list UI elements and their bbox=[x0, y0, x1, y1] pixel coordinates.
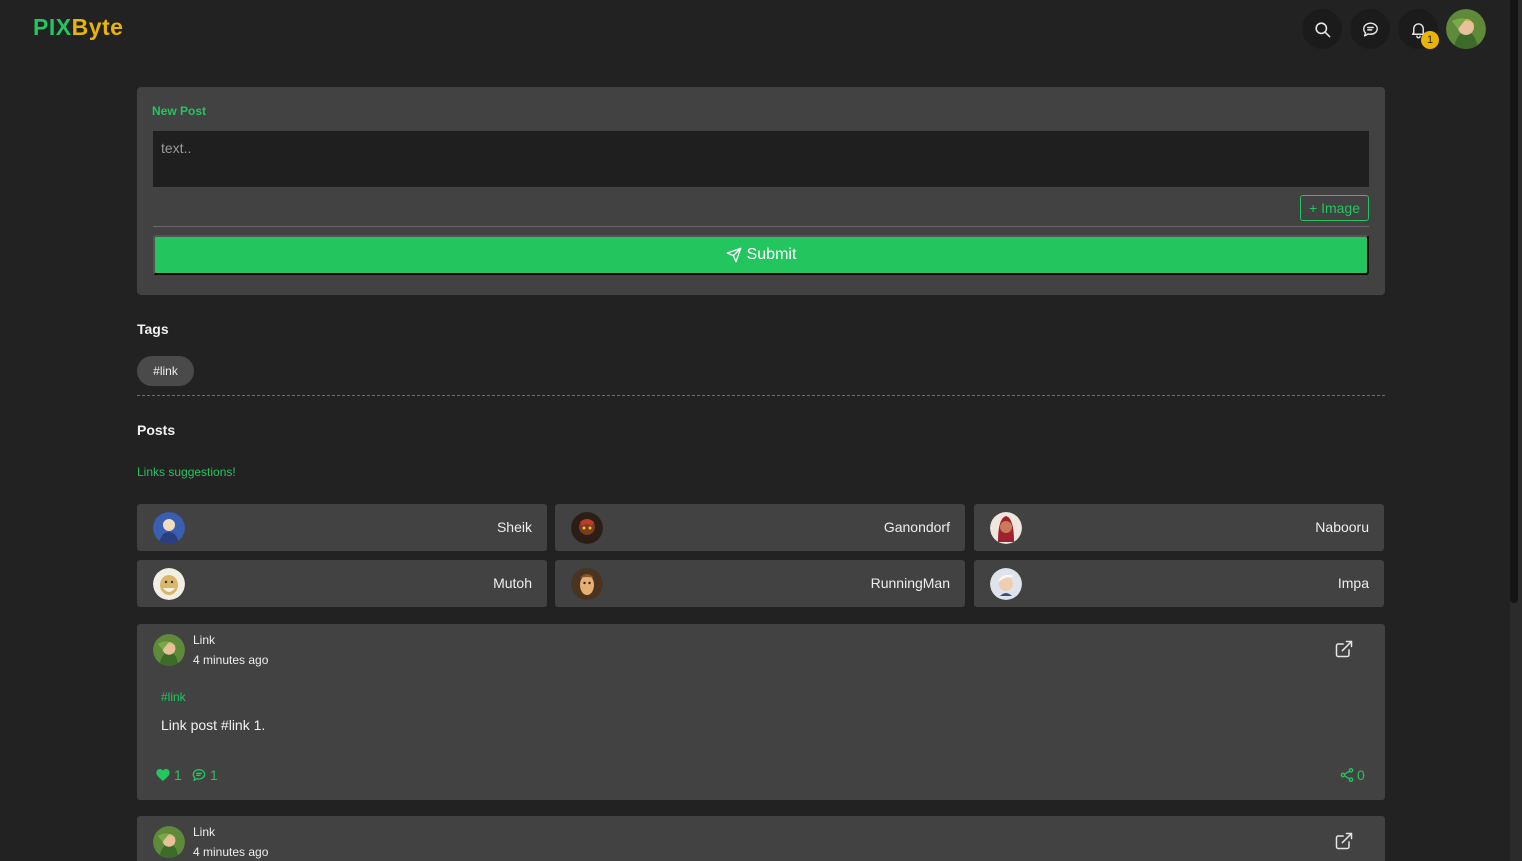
suggestion-card[interactable]: Nabooru bbox=[974, 504, 1384, 551]
suggestion-card[interactable]: RunningMan bbox=[555, 560, 965, 607]
new-post-panel: New Post + Image Submit bbox=[137, 87, 1385, 295]
post-tag[interactable]: #link bbox=[161, 690, 186, 704]
like-button[interactable]: 1 bbox=[155, 767, 182, 783]
post-author-avatar[interactable] bbox=[153, 634, 185, 666]
post-author-name[interactable]: Link bbox=[193, 633, 215, 647]
suggestion-card[interactable]: Ganondorf bbox=[555, 504, 965, 551]
suggestion-name: Mutoh bbox=[493, 575, 532, 591]
heart-icon bbox=[156, 769, 170, 781]
suggestions-label: Links suggestions! bbox=[137, 465, 236, 479]
submit-label: Submit bbox=[746, 246, 797, 263]
suggestion-avatar bbox=[571, 568, 603, 600]
suggestion-name: Sheik bbox=[496, 519, 532, 535]
suggestion-card[interactable]: Mutoh bbox=[137, 560, 547, 607]
logo-text-byte: Byte bbox=[71, 14, 124, 40]
post-author-name[interactable]: Link bbox=[193, 825, 215, 839]
post-text: Link post #link 1. bbox=[161, 717, 266, 733]
chat-icon bbox=[1362, 21, 1378, 37]
post-author-avatar[interactable] bbox=[153, 826, 185, 858]
post-timestamp: 4 minutes ago bbox=[193, 653, 269, 667]
post-card: Link 4 minutes ago #link Link post #link… bbox=[137, 624, 1385, 800]
suggestion-card[interactable]: Sheik bbox=[137, 504, 547, 551]
submit-button[interactable]: Submit bbox=[153, 235, 1369, 275]
scrollbar-thumb[interactable] bbox=[1510, 0, 1518, 603]
logo-text-pix: PIX bbox=[33, 14, 72, 40]
divider bbox=[153, 226, 1369, 227]
send-icon bbox=[726, 247, 741, 263]
post-text-input[interactable] bbox=[153, 131, 1369, 187]
new-post-label: New Post bbox=[152, 104, 207, 118]
suggestion-name: RunningMan bbox=[870, 575, 950, 591]
app-logo[interactable]: PIXByte bbox=[33, 14, 123, 41]
tag-pill[interactable]: #link bbox=[137, 356, 194, 386]
post-timestamp: 4 minutes ago bbox=[193, 845, 269, 859]
top-header: PIXByte 1 bbox=[0, 0, 1510, 58]
comment-icon bbox=[192, 769, 206, 781]
messages-button[interactable] bbox=[1350, 9, 1390, 49]
section-divider bbox=[137, 395, 1385, 396]
suggestion-name: Nabooru bbox=[1315, 519, 1369, 535]
notification-badge: 1 bbox=[1421, 31, 1439, 49]
share-button[interactable]: 0 bbox=[1339, 767, 1365, 783]
suggestion-avatar bbox=[153, 568, 185, 600]
posts-title: Posts bbox=[137, 422, 176, 438]
external-link-icon[interactable] bbox=[1334, 639, 1354, 659]
post-card: Link 4 minutes ago bbox=[137, 816, 1385, 861]
comment-button[interactable]: 1 bbox=[191, 767, 218, 783]
tags-title: Tags bbox=[137, 321, 169, 337]
search-button[interactable] bbox=[1302, 9, 1342, 49]
like-count: 1 bbox=[174, 767, 182, 783]
suggestion-avatar bbox=[990, 568, 1022, 600]
search-icon bbox=[1314, 21, 1330, 37]
suggestion-avatar bbox=[571, 512, 603, 544]
suggestion-avatar bbox=[153, 512, 185, 544]
external-link-icon[interactable] bbox=[1334, 831, 1354, 851]
suggestion-name: Ganondorf bbox=[883, 519, 950, 535]
share-icon bbox=[1340, 768, 1354, 782]
suggestion-card[interactable]: Impa bbox=[974, 560, 1384, 607]
share-count: 0 bbox=[1357, 767, 1365, 783]
user-avatar[interactable] bbox=[1446, 9, 1486, 49]
suggestion-avatar bbox=[990, 512, 1022, 544]
comment-count: 1 bbox=[210, 767, 218, 783]
suggestion-name: Impa bbox=[1337, 575, 1369, 591]
add-image-button[interactable]: + Image bbox=[1300, 195, 1369, 221]
